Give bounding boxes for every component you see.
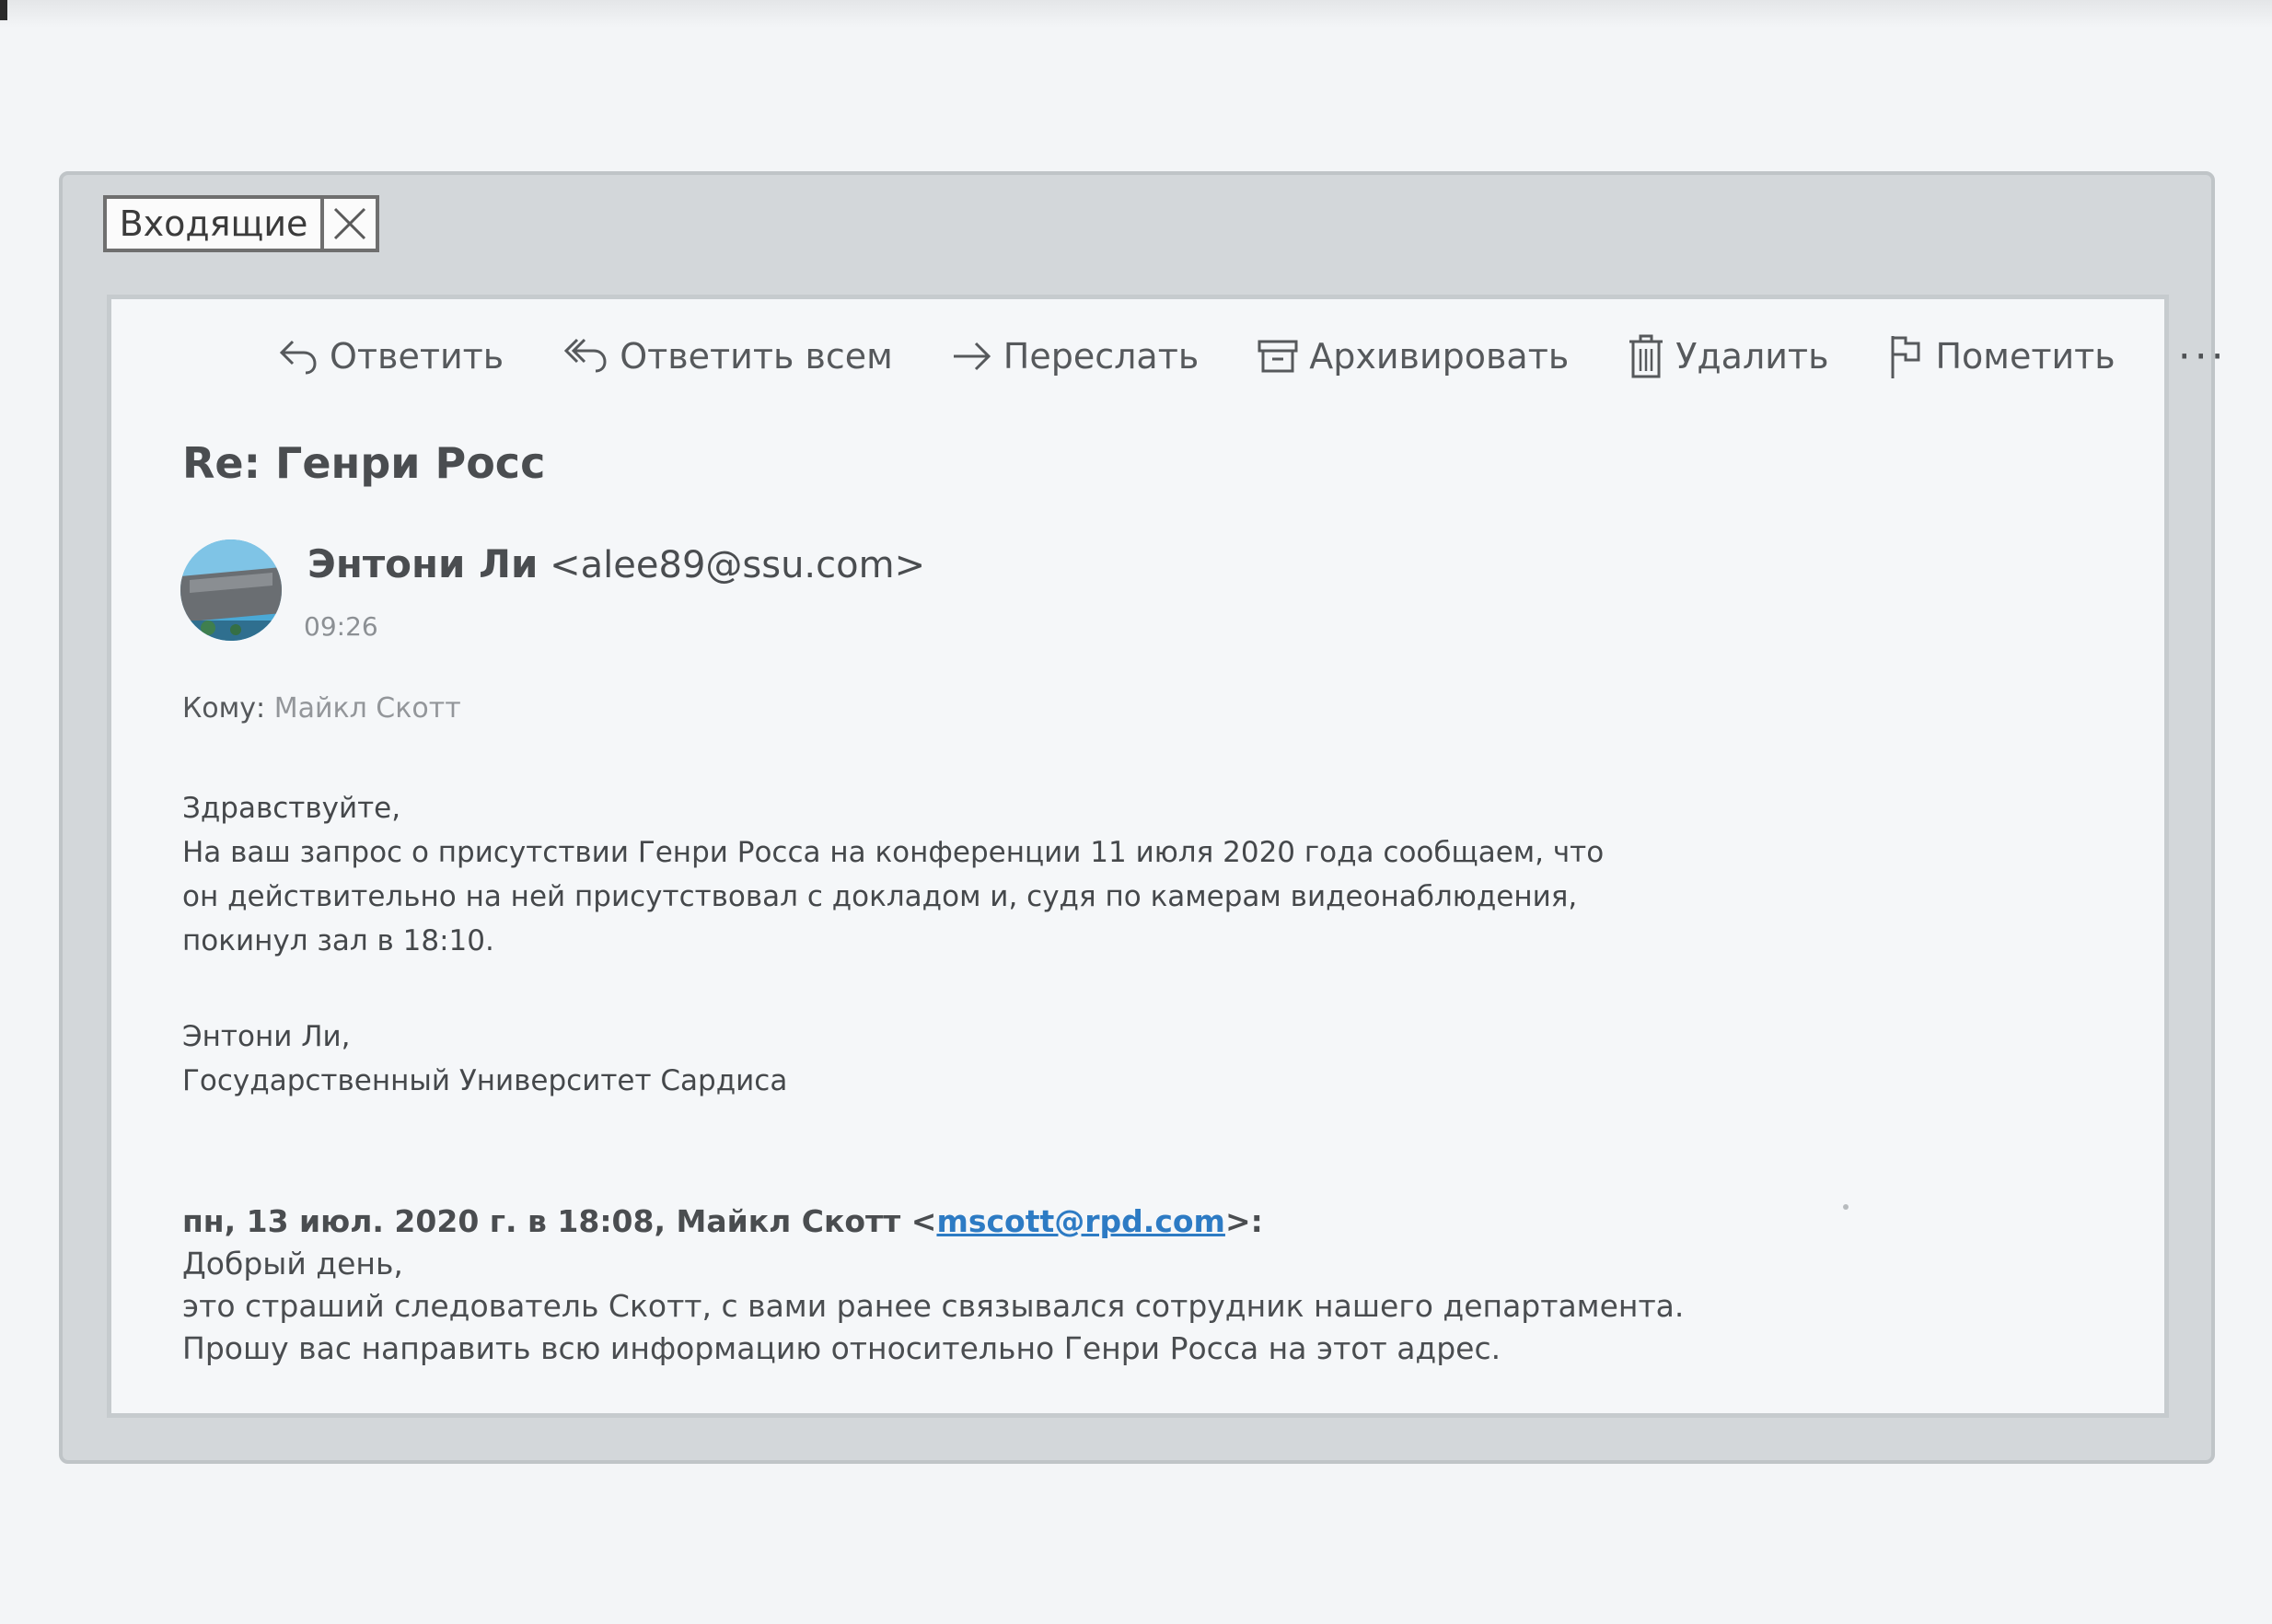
reply-label: Ответить xyxy=(330,336,504,377)
sender-email[interactable]: <alee89@ssu.com> xyxy=(550,544,925,586)
flag-icon xyxy=(1891,336,1920,378)
sender-line: Энтони Ли <alee89@ssu.com> xyxy=(307,541,925,586)
quoted-line: Добрый день, xyxy=(182,1246,403,1282)
delete-label: Удалить xyxy=(1675,336,1829,377)
recipient-name[interactable]: Майкл Скотт xyxy=(274,692,461,725)
tab-close-button[interactable] xyxy=(320,195,379,252)
forward-button[interactable]: Переслать xyxy=(950,334,1199,378)
flag-label: Пометить xyxy=(1935,336,2116,377)
recipient-line: Кому: Майкл Скотт xyxy=(182,692,461,725)
quoted-line: Прошу вас направить всю информацию относ… xyxy=(182,1330,1501,1366)
quoted-line: это страший следователь Скотт, с вами ра… xyxy=(182,1288,1685,1324)
tab-inbox[interactable]: Входящие xyxy=(103,195,379,252)
sender-avatar-photo xyxy=(180,539,282,641)
flag-button[interactable]: Пометить xyxy=(1885,332,2116,380)
quoted-message: пн, 13 июл. 2020 г. в 18:08, Майкл Скотт… xyxy=(182,1201,1684,1370)
reply-button[interactable]: Ответить xyxy=(276,334,504,378)
archive-label: Архивировать xyxy=(1309,336,1570,377)
sender-name: Энтони Ли xyxy=(307,541,539,586)
body-line: покинул зал в 18:10. xyxy=(182,924,494,957)
quoted-header: пн, 13 июл. 2020 г. в 18:08, Майкл Скотт… xyxy=(182,1201,1684,1243)
delete-button[interactable]: Удалить xyxy=(1626,332,1828,380)
to-label: Кому: xyxy=(182,692,266,725)
body-line: На ваш запрос о присутствии Генри Росса … xyxy=(182,836,1605,869)
signature-line: Государственный Университет Сардиса xyxy=(182,1064,788,1097)
forward-arrow-icon xyxy=(953,342,991,371)
forward-label: Переслать xyxy=(1003,336,1200,377)
reply-icon xyxy=(279,340,317,375)
close-icon xyxy=(333,207,366,240)
body-line: он действительно на ней присутствовал с … xyxy=(182,880,1578,913)
signature: Энтони Ли, Государственный Университет С… xyxy=(182,1015,787,1103)
quoted-header-suffix: >: xyxy=(1224,1203,1263,1239)
trash-icon xyxy=(1629,334,1663,378)
reply-all-icon xyxy=(564,338,607,373)
avatar xyxy=(180,539,282,641)
archive-box-icon xyxy=(1258,340,1298,373)
quoted-email-link[interactable]: mscott@rpd.com xyxy=(936,1203,1224,1239)
scan-paper-edge xyxy=(0,0,2272,28)
quoted-header-prefix: пн, 13 июл. 2020 г. в 18:08, Майкл Скотт… xyxy=(182,1203,937,1239)
reply-all-button[interactable]: Ответить всем xyxy=(562,334,893,378)
signature-line: Энтони Ли, xyxy=(182,1020,351,1053)
body-greeting: Здравствуйте, xyxy=(182,792,401,825)
body-paragraph: На ваш запрос о присутствии Генри Росса … xyxy=(182,830,1604,963)
reply-all-label: Ответить всем xyxy=(620,336,893,377)
more-options-button[interactable]: ··· xyxy=(2178,333,2228,380)
tab-inbox-label[interactable]: Входящие xyxy=(103,195,320,252)
archive-button[interactable]: Архивировать xyxy=(1256,334,1569,378)
message-time: 09:26 xyxy=(304,611,378,642)
message-toolbar: Ответить Ответить всем Переслать Архивир… xyxy=(276,324,2224,389)
scan-speck xyxy=(1843,1204,1849,1210)
message-subject: Re: Генри Росс xyxy=(182,438,546,488)
scan-corner-mark xyxy=(0,0,7,20)
